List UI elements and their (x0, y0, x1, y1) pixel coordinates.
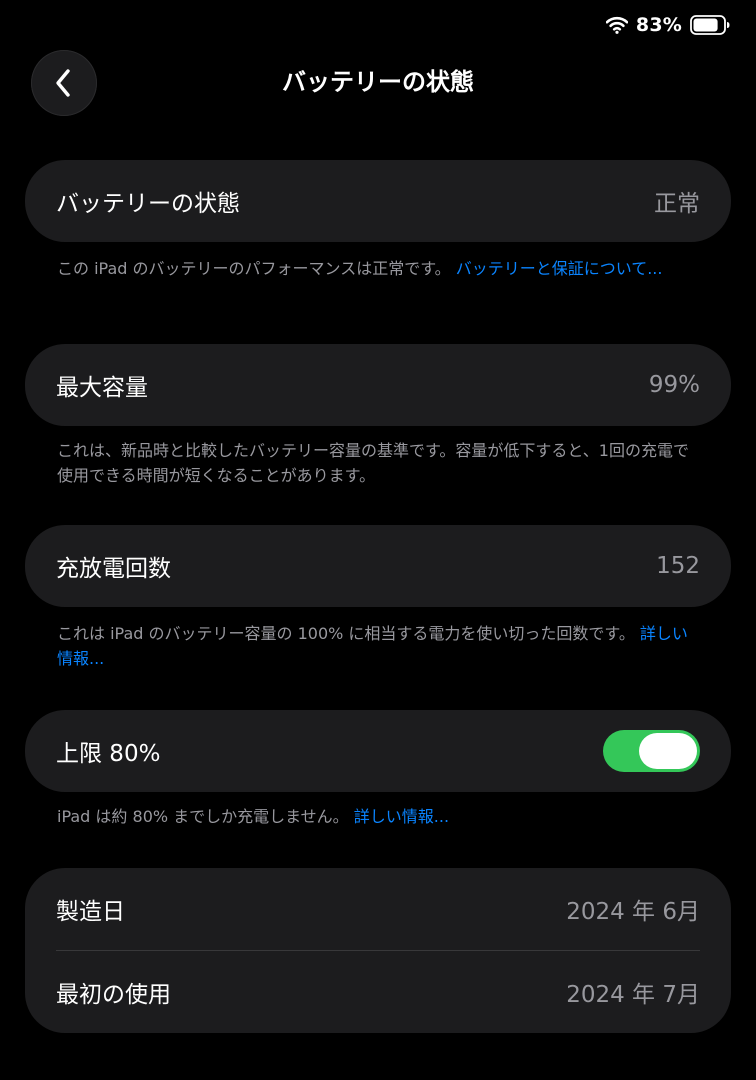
max-capacity-footnote-text: これは、新品時と比較したバッテリー容量の基準です。容量が低下すると、1回の充電で… (57, 441, 689, 485)
charge-limit-footnote-text: iPad は約 80% までしか充電しません。 (57, 807, 349, 826)
page-title: バッテリーの状態 (282, 68, 474, 96)
manufacture-date-label: 製造日 (56, 899, 125, 925)
max-capacity-row: 最大容量 99% (25, 344, 731, 426)
max-capacity-label: 最大容量 (56, 375, 148, 401)
wifi-icon (605, 16, 628, 34)
manufacture-date-value: 2024 年 6月 (566, 899, 700, 925)
cycle-count-footnote-text: これは iPad のバッテリー容量の 100% に相当する電力を使い切った回数で… (57, 624, 635, 643)
first-use-value: 2024 年 7月 (566, 982, 700, 1008)
status-bar: 83% (605, 10, 730, 40)
battery-icon (690, 15, 730, 35)
charge-limit-toggle[interactable] (603, 730, 700, 772)
toggle-knob (639, 733, 697, 769)
max-capacity-footnote: これは、新品時と比較したバッテリー容量の基準です。容量が低下すると、1回の充電で… (57, 438, 697, 488)
charge-limit-footnote: iPad は約 80% までしか充電しません。 詳しい情報... (57, 804, 697, 829)
cycle-count-card: 充放電回数 152 (25, 525, 731, 607)
charge-limit-card: 上限 80% (25, 710, 731, 792)
cycle-count-row: 充放電回数 152 (25, 525, 731, 607)
battery-percentage: 83% (635, 14, 682, 36)
battery-health-value: 正常 (654, 191, 700, 217)
battery-health-row: バッテリーの状態 正常 (25, 160, 731, 242)
charge-limit-label: 上限 80% (56, 741, 161, 767)
cycle-count-label: 充放電回数 (56, 556, 171, 582)
manufacture-date-row: 製造日 2024 年 6月 (25, 868, 731, 950)
cycle-count-footnote: これは iPad のバッテリー容量の 100% に相当する電力を使い切った回数で… (57, 621, 697, 671)
first-use-row: 最初の使用 2024 年 7月 (25, 951, 731, 1033)
first-use-label: 最初の使用 (56, 982, 171, 1008)
battery-health-label: バッテリーの状態 (56, 191, 240, 217)
battery-health-footnote-text: この iPad のバッテリーのパフォーマンスは正常です。 (57, 259, 451, 278)
dates-card: 製造日 2024 年 6月 最初の使用 2024 年 7月 (25, 868, 731, 1033)
charge-limit-row: 上限 80% (25, 710, 731, 792)
battery-health-footnote: この iPad のバッテリーのパフォーマンスは正常です。 バッテリーと保証につい… (57, 256, 697, 281)
battery-health-card: バッテリーの状態 正常 (25, 160, 731, 242)
max-capacity-card: 最大容量 99% (25, 344, 731, 426)
battery-warranty-link[interactable]: バッテリーと保証について... (456, 259, 663, 278)
max-capacity-value: 99% (648, 372, 700, 398)
cycle-count-value: 152 (656, 553, 700, 579)
charge-limit-more-info-link[interactable]: 詳しい情報... (354, 807, 449, 826)
